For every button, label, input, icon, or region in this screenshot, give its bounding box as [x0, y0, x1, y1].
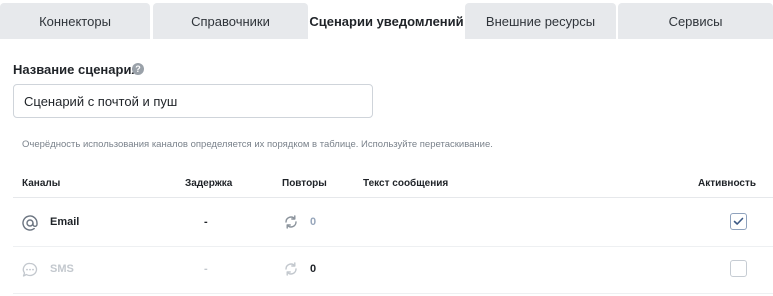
column-header-delay: Задержка [185, 178, 233, 189]
at-sign-icon [22, 215, 38, 231]
active-checkbox[interactable] [730, 260, 747, 277]
repeats-value: 0 [310, 263, 317, 275]
tab-services[interactable]: Сервисы [618, 3, 773, 39]
column-header-repeats: Повторы [282, 178, 327, 189]
repeats-value: 0 [310, 216, 317, 228]
tab-bar: Коннекторы Справочники Сценарии уведомле… [0, 0, 773, 39]
column-header-message: Текст сообщения [363, 178, 449, 189]
tab-connectors[interactable]: Коннекторы [0, 3, 150, 39]
channel-name: Email [50, 216, 80, 228]
tab-label: Внешние ресурсы [485, 13, 596, 29]
help-icon[interactable]: ? [132, 63, 144, 75]
tab-notification-scenarios[interactable]: Сценарии уведомлений [309, 3, 464, 39]
tab-label: Сервисы [668, 13, 723, 29]
tab-label: Коннекторы [39, 13, 111, 29]
tab-directories[interactable]: Справочники [153, 3, 308, 39]
tab-label: Сценарии уведомлений [309, 13, 464, 29]
scenario-name-input[interactable] [13, 84, 373, 118]
row-divider [13, 293, 773, 294]
scenario-name-label: Название сценария [13, 62, 140, 77]
ordering-hint: Очерёдность использования каналов опреде… [22, 139, 493, 150]
tab-external-resources[interactable]: Внешние ресурсы [465, 3, 616, 39]
checkmark-icon [733, 217, 744, 225]
column-header-active: Активность [698, 178, 757, 189]
chat-bubble-icon [22, 262, 38, 277]
header-divider [13, 197, 773, 198]
row-divider [13, 246, 773, 247]
delay-value: - [204, 216, 208, 228]
repeat-icon [285, 215, 297, 229]
delay-value: - [204, 263, 208, 275]
tab-label: Справочники [191, 13, 270, 29]
channel-name: SMS [50, 263, 74, 275]
active-checkbox[interactable] [730, 213, 747, 230]
repeat-icon [285, 262, 297, 276]
column-header-channels: Каналы [22, 178, 61, 189]
